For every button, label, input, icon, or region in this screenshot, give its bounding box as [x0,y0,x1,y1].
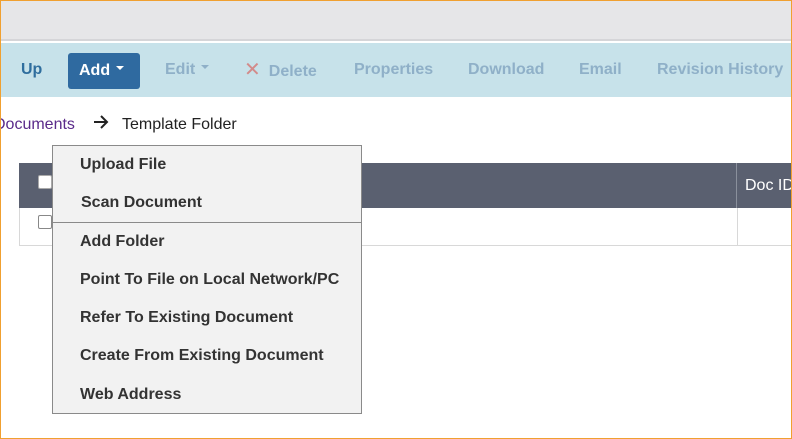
breadcrumb-documents-link[interactable]: Documents [0,113,75,137]
close-x-icon: ✕ [244,59,261,81]
browser-top-strip [0,0,792,41]
column-header-doc-id[interactable]: Doc ID [745,163,792,208]
up-button[interactable]: Up [21,43,42,97]
menu-item-refer-to-existing-document[interactable]: Refer To Existing Document [80,309,293,327]
delete-button[interactable]: ✕ Delete [244,43,317,97]
menu-item-add-folder[interactable]: Add Folder [80,233,164,251]
menu-separator [53,222,361,223]
caret-down-icon [116,65,125,70]
menu-item-create-from-existing-document[interactable]: Create From Existing Document [80,347,324,365]
add-button[interactable]: Add [68,53,140,89]
edit-button-label: Edit [165,61,196,78]
add-button-label: Add [79,62,111,79]
column-divider [736,163,737,208]
toolbar: Up Add Edit ✕ Delete Properties Download … [0,43,792,97]
menu-item-upload-file[interactable]: Upload File [80,156,166,174]
add-dropdown-menu: Upload File Scan Document Add Folder Poi… [52,145,362,414]
download-button[interactable]: Download [468,43,544,97]
breadcrumb-current: Template Folder [122,116,237,133]
row-checkbox[interactable] [38,215,52,229]
caret-down-icon [201,64,210,69]
edit-button[interactable]: Edit [165,43,210,97]
revision-history-button[interactable]: Revision History [657,43,783,97]
email-button[interactable]: Email [579,43,622,97]
column-divider [737,208,738,246]
delete-button-label: Delete [268,63,317,80]
arrow-right-icon [94,115,109,129]
menu-item-scan-document[interactable]: Scan Document [81,194,202,212]
select-all-checkbox[interactable] [38,175,52,189]
menu-item-point-to-file[interactable]: Point To File on Local Network/PC [80,271,339,289]
menu-item-web-address[interactable]: Web Address [80,386,181,404]
properties-button[interactable]: Properties [354,43,433,97]
